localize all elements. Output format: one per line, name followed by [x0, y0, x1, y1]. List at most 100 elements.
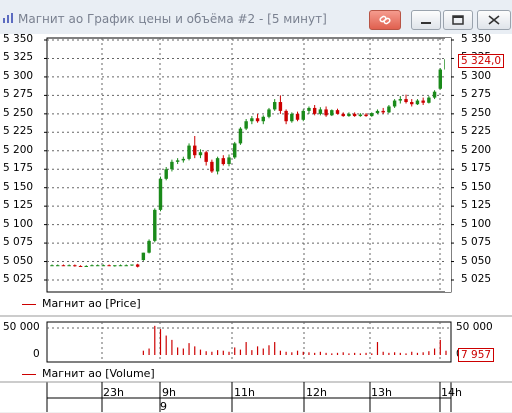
candle-body-18: [153, 209, 157, 241]
candle-body-30: [221, 158, 226, 165]
candle-body-17: [147, 240, 151, 253]
price-ytick-left-6: 5 200: [3, 143, 34, 156]
price-legend-swatch: [22, 303, 36, 305]
candle-body-38: [267, 109, 271, 117]
volume-legend-label: Магнит ао [Volume]: [42, 367, 155, 380]
candle-body-34: [244, 121, 248, 129]
candle-body-47: [318, 109, 323, 114]
candle-body-49: [330, 110, 334, 116]
time-tick-14h: 14h: [441, 386, 462, 399]
candle-body-8: [95, 265, 100, 267]
candle-body-50: [335, 110, 340, 114]
price-ytick-left-1: 5 325: [3, 51, 34, 64]
price-ytick-left-5: 5 225: [3, 125, 34, 138]
candle-body-66: [427, 97, 431, 103]
price-ytick-right-12: 5 050: [461, 254, 492, 267]
time-tick-9h: 9h: [162, 386, 176, 399]
candle-body-46: [312, 107, 317, 114]
candle-body-40: [278, 102, 283, 111]
candle-body-45: [307, 107, 311, 111]
price-ytick-right-4: 5 250: [461, 106, 492, 119]
candle-body-52: [347, 113, 351, 117]
candle-body-48: [324, 109, 328, 116]
candle-body-37: [261, 116, 265, 122]
date-label: 9: [160, 400, 167, 413]
candle-body-65: [421, 100, 425, 103]
candle-body-4: [73, 265, 77, 267]
candle-body-26: [198, 152, 203, 156]
price-ytick-right-9: 5 125: [461, 199, 492, 212]
candle-body-14: [130, 264, 134, 266]
candle-body-61: [398, 99, 403, 101]
candle-body-60: [392, 100, 397, 107]
candle-body-54: [358, 114, 363, 117]
candle-body-55: [364, 114, 368, 117]
candle-body-62: [404, 99, 408, 103]
candle-body-63: [410, 102, 414, 105]
price-ytick-left-3: 5 275: [3, 88, 34, 101]
candle-body-11: [113, 265, 117, 267]
price-plot-frame: [46, 37, 452, 293]
candle-body-5: [78, 265, 83, 267]
candle-body-33: [238, 128, 243, 144]
price-ytick-right-0: 5 350: [461, 33, 492, 45]
candle-body-25: [193, 145, 197, 156]
candle-body-67: [432, 91, 437, 98]
candle-body-56: [370, 113, 374, 117]
price-legend: Магнит ао [Price]: [22, 297, 141, 310]
candle-body-23: [181, 158, 186, 161]
candle-body-39: [272, 102, 277, 110]
price-volume-chart: [0, 37, 512, 412]
candle-body-68: [438, 69, 443, 89]
candle-body-0: [50, 265, 54, 267]
last-price-label: 5 324,0: [458, 54, 505, 68]
price-ytick-right-13: 5 025: [461, 273, 492, 285]
candle-body-3: [67, 265, 71, 267]
candle-body-51: [341, 113, 345, 117]
candle-body-10: [107, 265, 111, 267]
price-ytick-left-12: 5 050: [3, 254, 34, 267]
candle-body-16: [141, 252, 146, 261]
volume-legend-swatch: [22, 373, 36, 375]
candle-body-58: [381, 110, 385, 113]
time-tick-11h: 11h: [234, 386, 255, 399]
candle-body-20: [164, 169, 168, 179]
candle-body-1: [55, 265, 60, 267]
price-ytick-right-5: 5 225: [461, 125, 492, 138]
volume-ytick-left-1: 0: [33, 348, 40, 360]
candle-body-6: [84, 265, 88, 267]
price-ytick-left-2: 5 300: [3, 69, 34, 82]
price-right-strip: [445, 38, 451, 292]
candle-body-32: [233, 143, 237, 158]
candle-body-13: [124, 265, 128, 267]
price-ytick-left-7: 5 175: [3, 162, 34, 175]
candle-body-22: [175, 160, 180, 162]
price-ytick-right-7: 5 175: [461, 162, 492, 175]
candle-body-21: [170, 161, 174, 170]
price-ytick-left-8: 5 150: [3, 180, 34, 193]
price-ytick-right-6: 5 200: [461, 143, 492, 156]
candle-body-24: [187, 145, 191, 159]
price-ytick-right-8: 5 150: [461, 180, 492, 193]
candle-body-2: [61, 265, 66, 267]
candle-body-19: [158, 178, 163, 210]
price-ytick-right-10: 5 100: [461, 217, 492, 230]
price-legend-label: Магнит ао [Price]: [42, 297, 141, 310]
candle-body-28: [210, 161, 214, 172]
candle-body-59: [387, 106, 391, 113]
price-ytick-right-3: 5 275: [461, 88, 492, 101]
candle-body-41: [284, 110, 288, 122]
candle-body-42: [290, 113, 294, 122]
time-tick-13h: 13h: [371, 386, 392, 399]
candle-body-35: [250, 118, 254, 122]
volume-ytick-right-0: 50 000: [456, 321, 493, 333]
candle-body-43: [295, 113, 300, 120]
volume-ytick-left-0: 50 000: [3, 321, 40, 333]
volume-legend: Магнит ао [Volume]: [22, 367, 155, 380]
time-tick-23h: 23h: [103, 386, 124, 399]
price-ytick-left-11: 5 075: [3, 236, 34, 249]
candle-body-53: [352, 113, 357, 117]
candle-body-57: [375, 110, 380, 114]
candle-body-12: [118, 265, 123, 267]
price-ytick-left-0: 5 350: [3, 33, 34, 45]
